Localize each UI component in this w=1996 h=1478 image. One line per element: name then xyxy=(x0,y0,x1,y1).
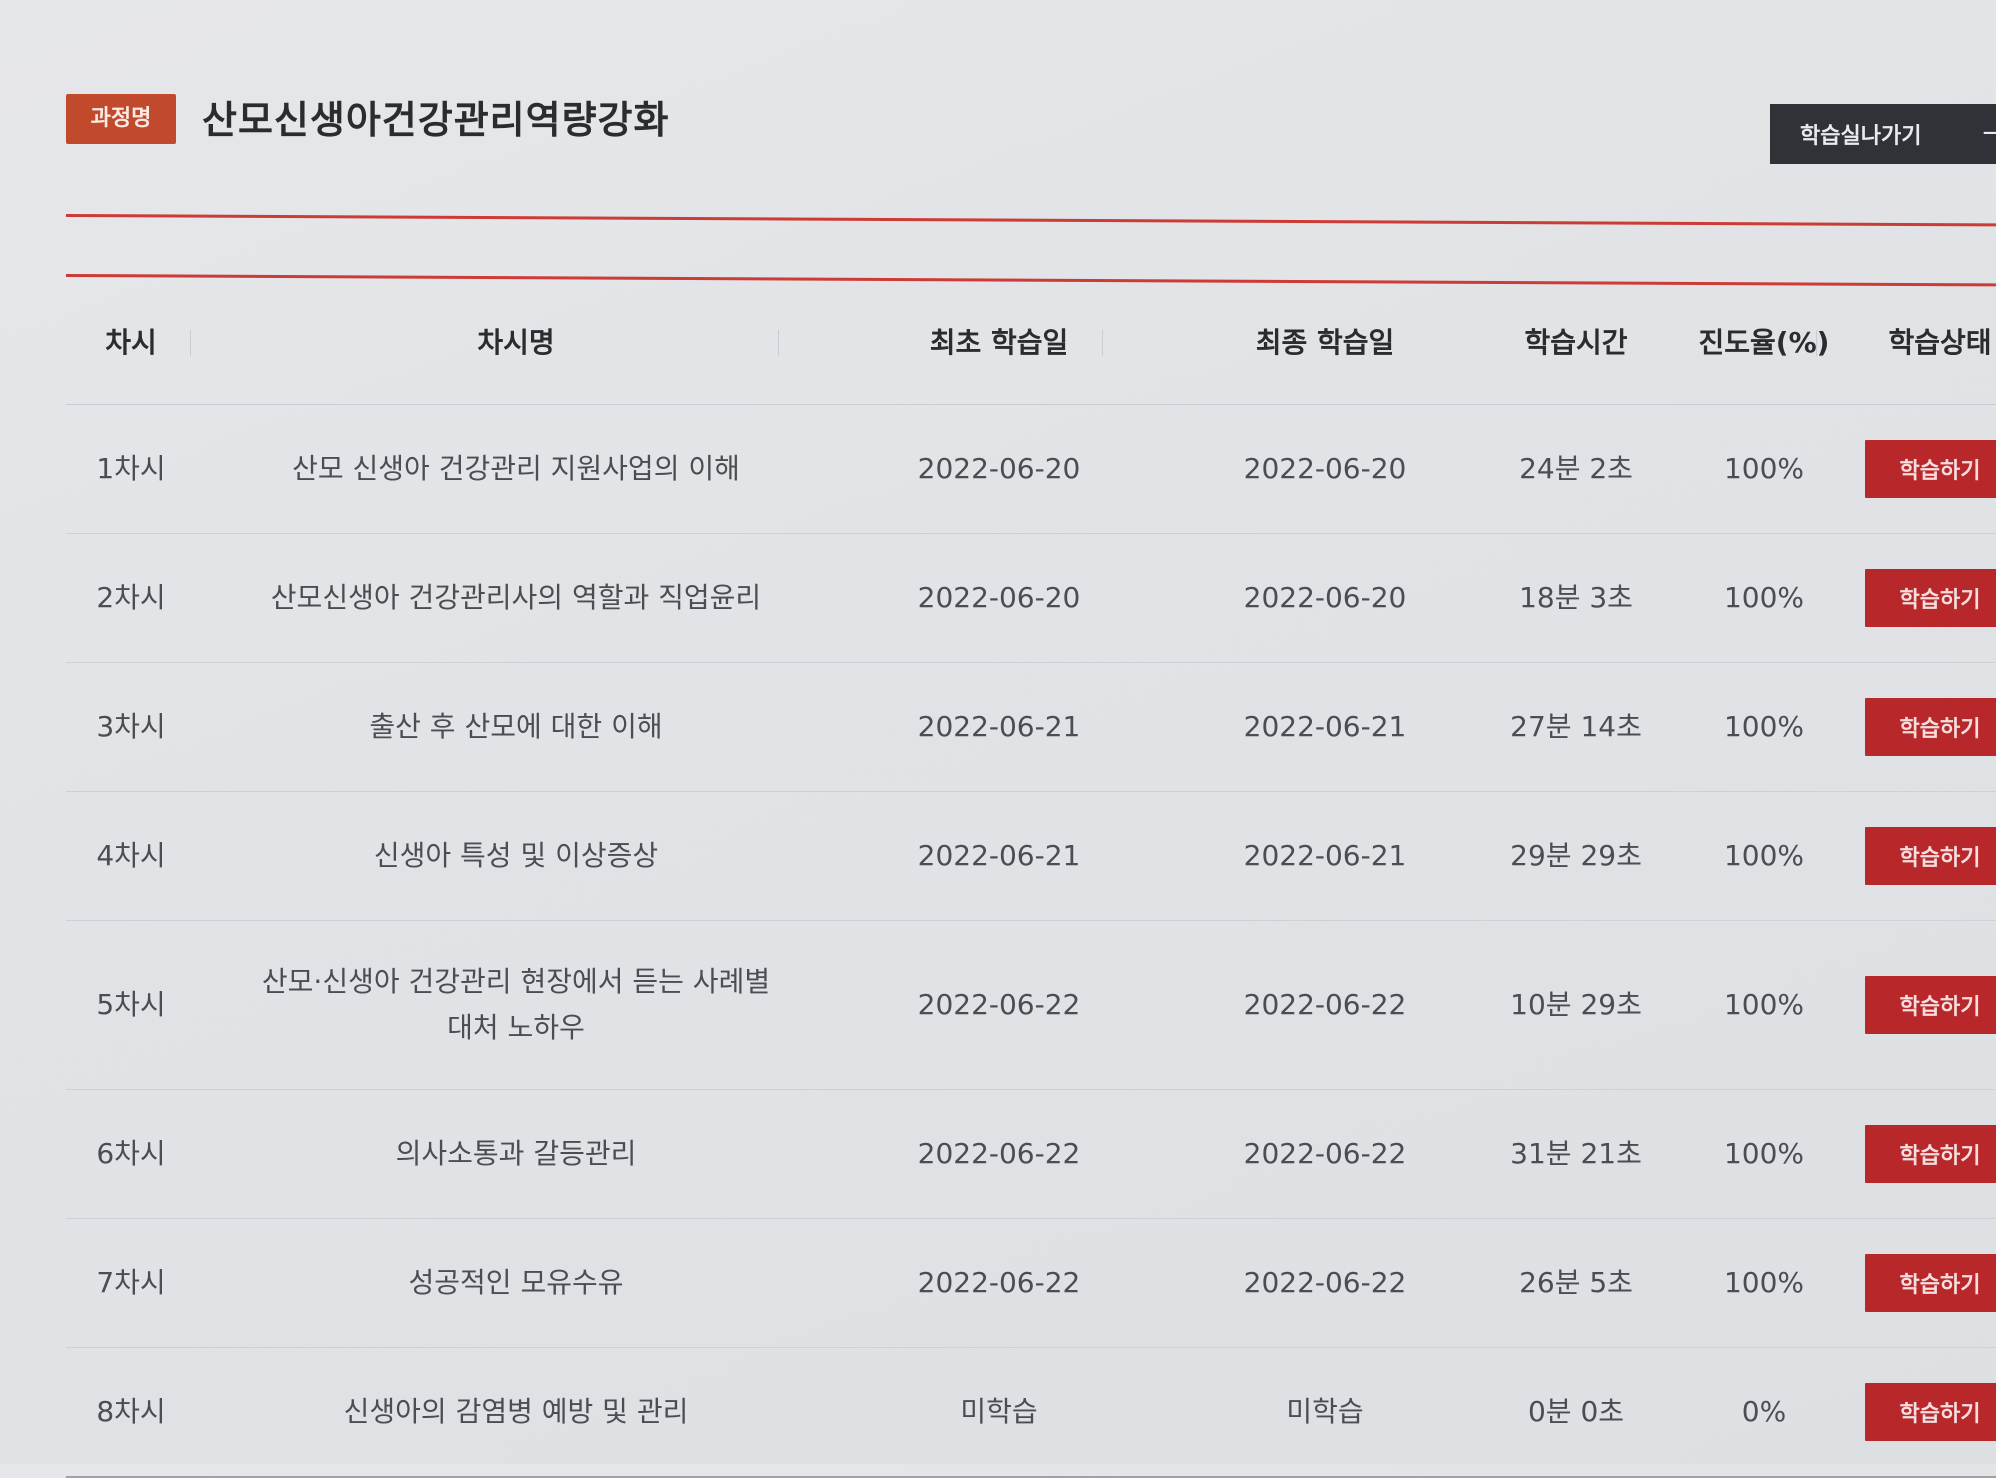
session-table: 차시 차시명 최초 학습일 최종 학습일 학습시간 진도율(%) 학습상태 1차… xyxy=(66,290,1996,1478)
session-name: 성공적인 모유수유 xyxy=(408,1266,624,1299)
header-separator xyxy=(1102,330,1103,356)
progress-rate: 100% xyxy=(1723,1266,1805,1299)
session-number: 8차시 xyxy=(96,1395,166,1428)
study-button[interactable]: 학습하기 xyxy=(1865,569,1996,627)
session-number: 4차시 xyxy=(96,839,166,872)
first-study-date: 2022-06-21 xyxy=(917,839,1081,872)
table-row: 5차시 산모·신생아 건강관리 현장에서 듣는 사례별 대처 노하우 2022-… xyxy=(66,921,1996,1090)
study-button[interactable]: 학습하기 xyxy=(1865,976,1996,1034)
last-study-date: 2022-06-20 xyxy=(1243,452,1407,485)
header-separator xyxy=(778,330,779,356)
first-study-date: 2022-06-22 xyxy=(917,988,1081,1021)
status-cell: 학습하기 xyxy=(1864,534,1996,662)
session-name: 산모신생아 건강관리사의 역할과 직업윤리 xyxy=(270,581,762,614)
status-cell: 학습하기 xyxy=(1864,1219,1996,1347)
table-row: 1차시 산모 신생아 건강관리 지원사업의 이해 2022-06-20 2022… xyxy=(66,405,1996,534)
last-study-date: 2022-06-22 xyxy=(1243,1137,1407,1170)
study-button[interactable]: 학습하기 xyxy=(1865,827,1996,885)
last-study-date: 미학습 xyxy=(1286,1395,1364,1428)
col-header-name: 차시명 xyxy=(477,326,555,359)
status-cell: 학습하기 xyxy=(1864,1348,1996,1476)
study-time: 18분 3초 xyxy=(1519,581,1633,614)
first-study-date: 2022-06-22 xyxy=(917,1266,1081,1299)
session-number: 1차시 xyxy=(96,452,166,485)
study-button[interactable]: 학습하기 xyxy=(1865,1383,1996,1441)
table-header: 차시 차시명 최초 학습일 최종 학습일 학습시간 진도율(%) 학습상태 xyxy=(66,290,1996,405)
last-study-date: 2022-06-21 xyxy=(1243,710,1407,743)
session-number: 5차시 xyxy=(96,988,166,1021)
col-header-progress: 진도율(%) xyxy=(1698,326,1830,359)
session-number: 6차시 xyxy=(96,1137,166,1170)
col-header-first-date: 최초 학습일 xyxy=(929,326,1069,359)
session-number: 2차시 xyxy=(96,581,166,614)
session-number: 7차시 xyxy=(96,1266,166,1299)
study-time: 10분 29초 xyxy=(1510,988,1642,1021)
study-button[interactable]: 학습하기 xyxy=(1865,440,1996,498)
first-study-date: 2022-06-20 xyxy=(917,452,1081,485)
session-name: 산모·신생아 건강관리 현장에서 듣는 사례별 대처 노하우 xyxy=(261,965,771,1044)
study-time: 26분 5초 xyxy=(1519,1266,1633,1299)
exit-classroom-button[interactable]: 학습실나가기 → xyxy=(1770,104,1996,164)
progress-rate: 100% xyxy=(1723,710,1805,743)
table-top-border xyxy=(65,274,1996,287)
session-name: 의사소통과 갈등관리 xyxy=(395,1137,637,1170)
arrow-right-icon: → xyxy=(1982,118,1996,148)
status-cell: 학습하기 xyxy=(1864,405,1996,533)
table-row: 6차시 의사소통과 갈등관리 2022-06-22 2022-06-22 31분… xyxy=(66,1090,1996,1219)
header-separator xyxy=(190,330,191,356)
last-study-date: 2022-06-20 xyxy=(1243,581,1407,614)
status-cell: 학습하기 xyxy=(1864,792,1996,920)
study-button[interactable]: 학습하기 xyxy=(1865,1254,1996,1312)
status-cell: 학습하기 xyxy=(1864,1090,1996,1218)
session-name: 산모 신생아 건강관리 지원사업의 이해 xyxy=(292,452,740,485)
table-row: 3차시 출산 후 산모에 대한 이해 2022-06-21 2022-06-21… xyxy=(66,663,1996,792)
study-time: 24분 2초 xyxy=(1519,452,1633,485)
session-name: 신생아 특성 및 이상증상 xyxy=(373,839,659,872)
progress-rate: 100% xyxy=(1723,839,1805,872)
study-time: 29분 29초 xyxy=(1510,839,1642,872)
col-header-last-date: 최종 학습일 xyxy=(1255,326,1395,359)
header-divider xyxy=(65,214,1996,227)
study-button[interactable]: 학습하기 xyxy=(1865,1125,1996,1183)
study-button[interactable]: 학습하기 xyxy=(1865,698,1996,756)
table-row: 4차시 신생아 특성 및 이상증상 2022-06-21 2022-06-21 … xyxy=(66,792,1996,921)
first-study-date: 2022-06-21 xyxy=(917,710,1081,743)
study-time: 31분 21초 xyxy=(1510,1137,1642,1170)
course-header: 과정명 산모신생아건강관리역량강화 학습실나가기 → xyxy=(66,92,1996,164)
col-header-study-time: 학습시간 xyxy=(1524,326,1628,359)
table-row: 7차시 성공적인 모유수유 2022-06-22 2022-06-22 26분 … xyxy=(66,1219,1996,1348)
table-row: 8차시 신생아의 감염병 예방 및 관리 미학습 미학습 0분 0초 0% 학습… xyxy=(66,1348,1996,1478)
progress-rate: 100% xyxy=(1723,581,1805,614)
course-name-badge: 과정명 xyxy=(66,94,176,144)
first-study-date: 미학습 xyxy=(960,1395,1038,1428)
progress-rate: 100% xyxy=(1723,988,1805,1021)
status-cell: 학습하기 xyxy=(1864,663,1996,791)
session-number: 3차시 xyxy=(96,710,166,743)
progress-rate: 100% xyxy=(1723,452,1805,485)
study-time: 0분 0초 xyxy=(1527,1395,1625,1428)
session-name: 출산 후 산모에 대한 이해 xyxy=(369,710,663,743)
table-row: 2차시 산모신생아 건강관리사의 역할과 직업윤리 2022-06-20 202… xyxy=(66,534,1996,663)
last-study-date: 2022-06-22 xyxy=(1243,988,1407,1021)
last-study-date: 2022-06-21 xyxy=(1243,839,1407,872)
course-title: 산모신생아건강관리역량강화 xyxy=(202,98,670,142)
first-study-date: 2022-06-22 xyxy=(917,1137,1081,1170)
header-separator xyxy=(1816,330,1817,356)
progress-rate: 100% xyxy=(1723,1137,1805,1170)
last-study-date: 2022-06-22 xyxy=(1243,1266,1407,1299)
exit-classroom-label: 학습실나가기 xyxy=(1800,124,1922,149)
first-study-date: 2022-06-20 xyxy=(917,581,1081,614)
study-time: 27분 14초 xyxy=(1510,710,1642,743)
col-header-session: 차시 xyxy=(105,326,157,359)
status-cell: 학습하기 xyxy=(1864,921,1996,1089)
col-header-status: 학습상태 xyxy=(1888,326,1992,359)
session-name: 신생아의 감염병 예방 및 관리 xyxy=(343,1395,689,1428)
progress-rate: 0% xyxy=(1741,1395,1787,1428)
